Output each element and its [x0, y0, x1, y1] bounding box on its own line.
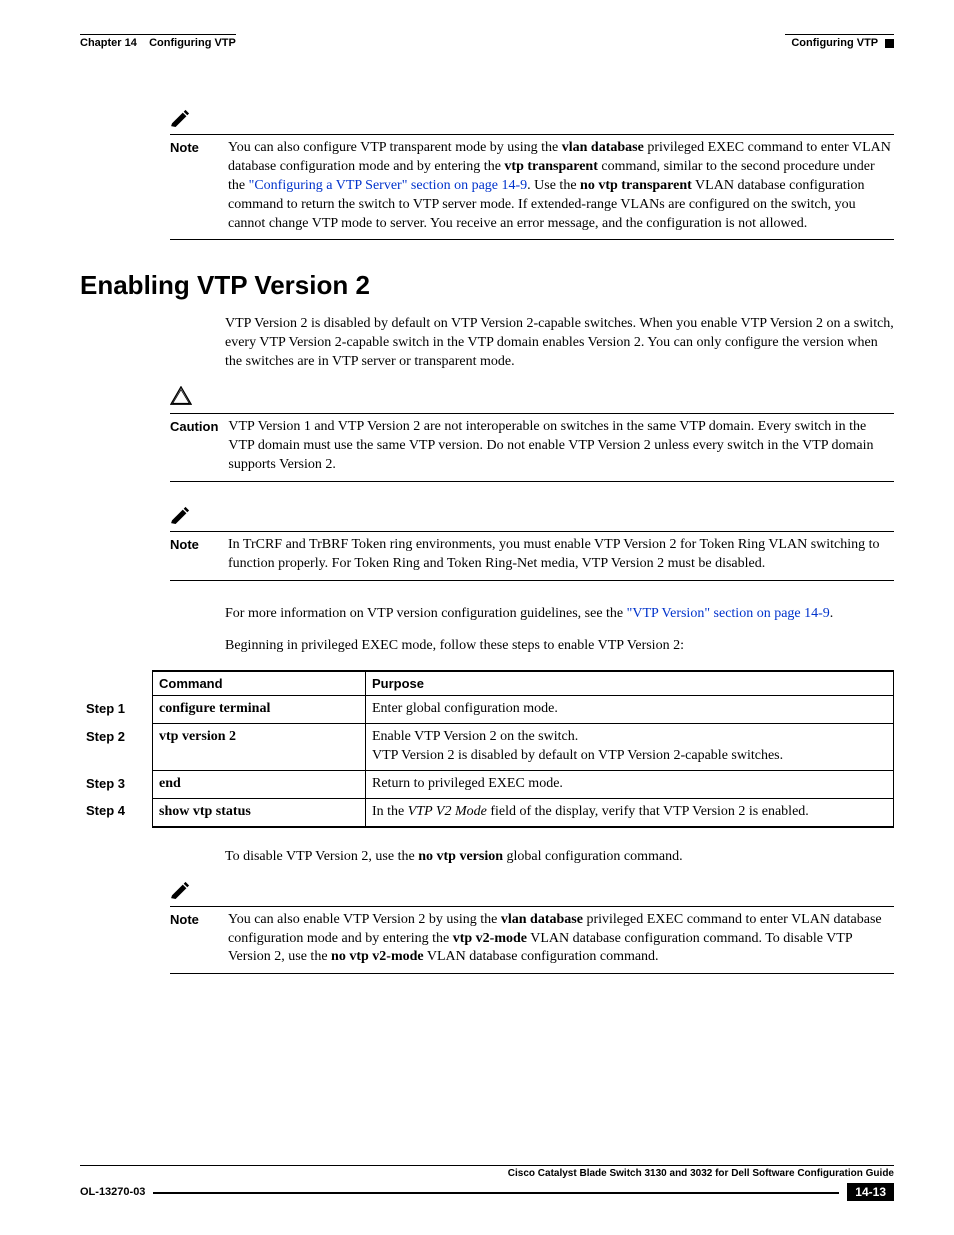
header-right: Configuring VTP — [785, 34, 894, 49]
step-label: Step 2 — [80, 724, 153, 771]
step-command: end — [153, 771, 366, 799]
table-row: Step 3 end Return to privileged EXEC mod… — [80, 771, 894, 799]
step-purpose: Enable VTP Version 2 on the switch. VTP … — [366, 724, 894, 771]
table-row: Step 2 vtp version 2 Enable VTP Version … — [80, 724, 894, 771]
section-heading: Enabling VTP Version 2 — [80, 270, 894, 301]
footer-divider — [153, 1192, 839, 1194]
pencil-icon — [170, 506, 894, 529]
pencil-icon — [170, 881, 894, 904]
link-config-vtp-server[interactable]: "Configuring a VTP Server" section on pa… — [249, 178, 528, 193]
step-command: vtp version 2 — [153, 724, 366, 771]
link-vtp-version[interactable]: "VTP Version" section on page 14-9 — [627, 606, 830, 621]
step-label: Step 4 — [80, 798, 153, 826]
caution-text: VTP Version 1 and VTP Version 2 are not … — [228, 418, 894, 475]
intro-paragraph: VTP Version 2 is disabled by default on … — [225, 315, 894, 372]
table-row: Step 1 configure terminal Enter global c… — [80, 696, 894, 724]
step-purpose: Enter global configuration mode. — [366, 696, 894, 724]
header-left: Chapter 14 Configuring VTP — [80, 34, 236, 49]
footer: Cisco Catalyst Blade Switch 3130 and 303… — [80, 1165, 894, 1201]
step-purpose: In the VTP V2 Mode field of the display,… — [366, 798, 894, 826]
caution-label: Caution — [170, 418, 218, 475]
step-command: show vtp status — [153, 798, 366, 826]
note-text: You can also configure VTP transparent m… — [228, 139, 894, 233]
step-purpose: Return to privileged EXEC mode. — [366, 771, 894, 799]
caution-block: Caution VTP Version 1 and VTP Version 2 … — [170, 386, 894, 482]
note-block: Note You can also enable VTP Version 2 b… — [170, 881, 894, 975]
chapter-label: Chapter 14 — [80, 37, 137, 49]
chapter-title: Configuring VTP — [149, 37, 236, 49]
table-header-purpose: Purpose — [366, 671, 894, 696]
step-label: Step 1 — [80, 696, 153, 724]
footer-docnum: OL-13270-03 — [80, 1186, 145, 1198]
footer-guide-title: Cisco Catalyst Blade Switch 3130 and 303… — [80, 1165, 894, 1179]
note-block: Note In TrCRF and TrBRF Token ring envir… — [170, 506, 894, 581]
disable-paragraph: To disable VTP Version 2, use the no vtp… — [225, 848, 894, 867]
running-header: Chapter 14 Configuring VTP Configuring V… — [80, 34, 894, 49]
note-label: Note — [170, 536, 218, 574]
pencil-icon — [170, 109, 894, 132]
moreinfo-paragraph: For more information on VTP version conf… — [225, 605, 894, 624]
note-text: In TrCRF and TrBRF Token ring environmen… — [228, 536, 894, 574]
steps-table: Command Purpose Step 1 configure termina… — [80, 670, 894, 827]
header-marker-icon — [885, 39, 894, 48]
page: Chapter 14 Configuring VTP Configuring V… — [0, 0, 954, 1235]
table-header-blank — [80, 671, 153, 696]
begin-paragraph: Beginning in privileged EXEC mode, follo… — [225, 637, 894, 656]
note-text: You can also enable VTP Version 2 by usi… — [228, 911, 894, 968]
note-block: Note You can also configure VTP transpar… — [170, 109, 894, 240]
note-label: Note — [170, 911, 218, 968]
step-label: Step 3 — [80, 771, 153, 799]
table-row: Step 4 show vtp status In the VTP V2 Mod… — [80, 798, 894, 826]
caution-icon — [170, 386, 894, 411]
note-label: Note — [170, 139, 218, 233]
footer-pagenum: 14-13 — [847, 1183, 894, 1201]
table-header-command: Command — [153, 671, 366, 696]
header-section: Configuring VTP — [791, 37, 878, 49]
content: Note You can also configure VTP transpar… — [80, 109, 894, 974]
step-command: configure terminal — [153, 696, 366, 724]
